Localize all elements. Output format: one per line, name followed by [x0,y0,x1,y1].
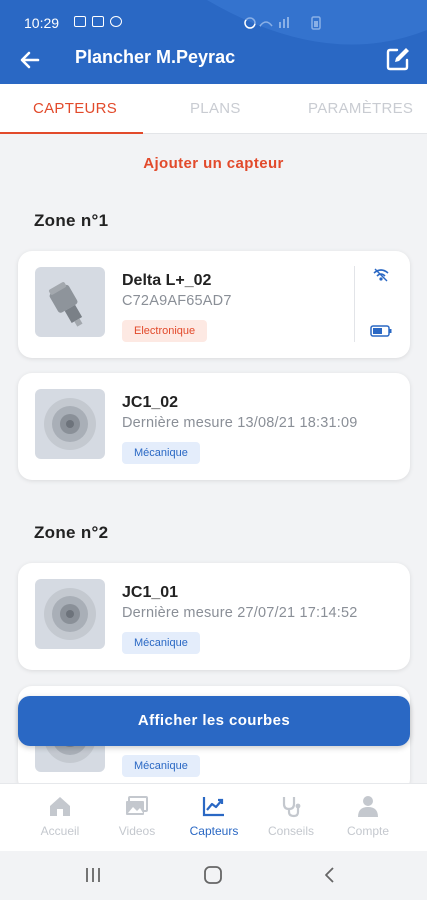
back-arrow-icon[interactable] [16,46,44,74]
wifi-off-icon [373,268,389,282]
battery-icon [370,325,392,337]
nav-item-capteurs[interactable]: Capteurs [174,794,254,838]
bottom-nav: Accueil Videos Capteurs Conseils Compte [0,783,427,851]
sensor-name: JC1_02 [122,394,179,411]
sensor-last-measure: Dernière mesure 13/08/21 18:31:09 [122,415,358,431]
sensor-image [35,389,105,459]
card-divider [354,266,355,342]
notification-icons [74,16,122,27]
tab-bar: CAPTEURS PLANS PARAMÈTRES [0,84,427,134]
video-icon [126,796,148,815]
sensor-card[interactable]: Delta L+_02 C72A9AF65AD7 Electronique [18,251,410,358]
tab-plans[interactable]: PLANS [190,100,241,117]
mail-icon [92,16,104,27]
sensor-type-badge: Mécanique [122,755,200,777]
alarm-icon [110,16,122,27]
page-title: Plancher M.Peyrac [75,47,236,67]
nav-label: Capteurs [189,824,239,838]
home-icon [50,797,70,816]
nav-label: Compte [346,824,390,838]
sensor-card[interactable]: JC1_01 Dernière mesure 27/07/21 17:14:52… [18,563,410,670]
sensor-type-badge: Electronique [122,320,208,342]
tab-indicator [0,132,143,134]
sensor-card[interactable]: JC1_02 Dernière mesure 13/08/21 18:31:09… [18,373,410,480]
show-curves-button[interactable]: Afficher les courbes [18,696,410,746]
sensor-last-measure: Dernière mesure 27/07/21 17:14:52 [122,605,358,621]
sensor-name: JC1_01 [122,584,179,601]
home-button-icon[interactable] [203,865,223,885]
back-button-icon[interactable] [322,865,338,885]
stethoscope-icon [282,797,301,818]
zone-title: Zone n°1 [34,211,109,230]
nav-label: Videos [118,824,156,838]
nav-label: Conseils [267,824,315,838]
sensor-image [35,267,105,337]
system-nav-bar [0,851,427,900]
edit-icon[interactable] [383,44,413,74]
nav-item-accueil[interactable]: Accueil [20,794,100,838]
gallery-icon [74,16,86,27]
tab-capteurs[interactable]: CAPTEURS [33,100,117,117]
nav-item-conseils[interactable]: Conseils [251,794,331,838]
zone-title: Zone n°2 [34,523,109,542]
tab-parametres[interactable]: PARAMÈTRES [308,100,413,117]
add-sensor-link[interactable]: Ajouter un capteur [0,155,427,172]
sensor-type-badge: Mécanique [122,632,200,654]
nav-item-compte[interactable]: Compte [328,794,408,838]
sensor-image [35,579,105,649]
sensor-id: C72A9AF65AD7 [122,293,232,309]
nav-item-videos[interactable]: Videos [97,794,177,838]
nav-label: Accueil [40,824,80,838]
sensor-name: Delta L+_02 [122,272,212,289]
person-icon [358,796,378,817]
sensor-type-badge: Mécanique [122,442,200,464]
app-bar: Plancher M.Peyrac [0,0,427,84]
status-time: 10:29 [24,15,60,31]
recent-apps-icon[interactable] [84,865,102,885]
chart-icon [202,797,224,817]
